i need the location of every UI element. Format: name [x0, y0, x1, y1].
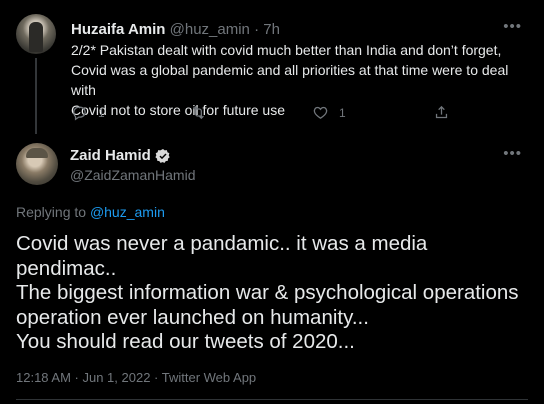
- tweet-text-line: Covid was never a pandamic.. it was a me…: [16, 232, 428, 255]
- divider: [16, 399, 528, 400]
- replying-label: Replying to: [16, 204, 87, 220]
- thread-connector-line: [35, 58, 37, 134]
- verified-badge-icon: [155, 149, 170, 163]
- tweet-text-line: You should read our tweets of 2020...: [16, 330, 355, 353]
- tweet-text-line: operation ever launched on humanity...: [16, 305, 369, 329]
- like-icon: [313, 106, 328, 119]
- separator: ·: [254, 21, 260, 38]
- reply-icon: [73, 106, 86, 121]
- author-handle[interactable]: @ZaidZamanHamid: [70, 165, 195, 185]
- tweet-text-line: Covid was a global pandemic and all prio…: [71, 62, 509, 98]
- reply-button[interactable]: 1: [71, 104, 105, 121]
- share-icon: [435, 105, 448, 119]
- tweet-text: Covid was never a pandamic.. it was a me…: [16, 232, 531, 355]
- reply-count: 1: [98, 105, 105, 120]
- tweet-text-line: 2/2* Pakistan dealt with covid much bett…: [71, 42, 502, 58]
- replying-to: Replying to @huz_amin: [16, 202, 165, 222]
- author-name-row[interactable]: Zaid Hamid: [70, 146, 171, 166]
- tweet-time[interactable]: 7h: [263, 21, 280, 38]
- like-count: 1: [339, 105, 346, 120]
- author-name[interactable]: Huzaifa Amin: [71, 21, 165, 38]
- tweet-timestamp[interactable]: 12:18 AM · Jun 1, 2022 · Twitter Web App: [16, 369, 256, 387]
- retweet-icon: [193, 105, 204, 120]
- more-icon[interactable]: •••: [503, 145, 522, 162]
- main-tweet: Zaid Hamid @ZaidZamanHamid ••• Replying …: [0, 135, 544, 404]
- tweet-text-line: pendimac..: [16, 256, 117, 280]
- like-button[interactable]: 1: [312, 104, 346, 121]
- parent-tweet[interactable]: Huzaifa Amin @huz_amin · 7h ••• 2/2* Pak…: [0, 0, 544, 135]
- avatar[interactable]: [16, 14, 56, 54]
- more-icon[interactable]: •••: [503, 18, 522, 35]
- tweet-text-line: The biggest information war & psychologi…: [16, 281, 519, 304]
- replying-to-link[interactable]: @huz_amin: [90, 204, 165, 220]
- retweet-button[interactable]: [190, 104, 207, 121]
- share-button[interactable]: [433, 104, 450, 121]
- author-name[interactable]: Zaid Hamid: [70, 146, 151, 166]
- author-handle[interactable]: @huz_amin: [170, 21, 250, 38]
- avatar[interactable]: [16, 143, 58, 185]
- tweet-header: Huzaifa Amin @huz_amin · 7h: [71, 20, 280, 40]
- tweet-actions: 1 1: [71, 104, 471, 124]
